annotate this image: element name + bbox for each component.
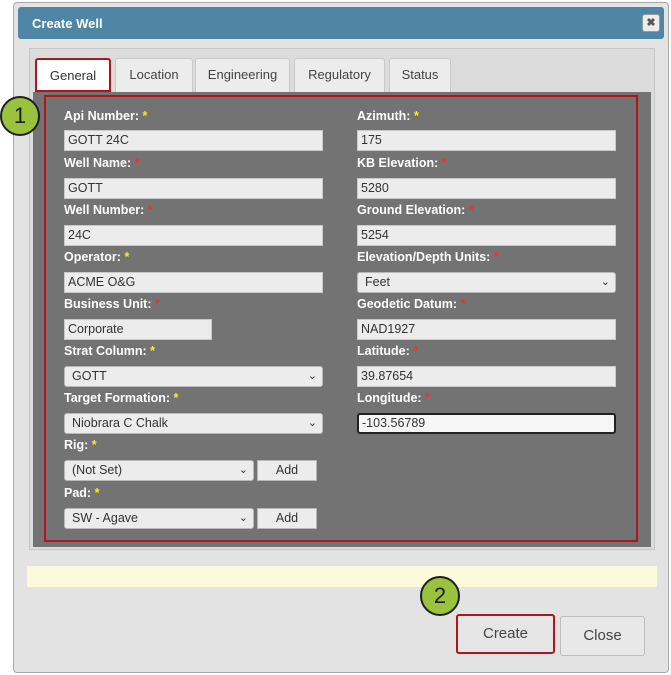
geodetic-datum-input[interactable]: NAD1927 (357, 319, 616, 340)
close-button[interactable]: Close (560, 616, 645, 656)
kb-elevation-input[interactable]: 5280 (357, 178, 616, 199)
well-name-input[interactable]: GOTT (64, 178, 323, 199)
tab-engineering[interactable]: Engineering (195, 58, 290, 92)
operator-input[interactable]: ACME O&G (64, 272, 323, 293)
azimuth-label: Azimuth: * (357, 109, 419, 123)
tab-location[interactable]: Location (115, 58, 193, 92)
add-rig-button[interactable]: Add (257, 460, 317, 481)
tab-regulatory[interactable]: Regulatory (294, 58, 385, 92)
longitude-label: Longitude: * (357, 391, 430, 405)
elevation-units-label: Elevation/Depth Units: * (357, 250, 499, 264)
longitude-input[interactable]: -103.56789 (357, 413, 616, 434)
pad-value: SW - Agave (72, 511, 138, 525)
api-number-label: Api Number: * (64, 109, 148, 123)
chevron-down-icon: ⌄ (307, 417, 317, 429)
tab-status[interactable]: Status (389, 58, 451, 92)
tabs-panel: General Location Engineering Regulatory … (29, 48, 655, 550)
message-bar (27, 566, 657, 587)
chevron-down-icon: ⌄ (238, 512, 248, 524)
azimuth-input[interactable]: 175 (357, 130, 616, 151)
strat-column-select[interactable]: GOTT ⌄ (64, 366, 323, 387)
strat-column-value: GOTT (72, 369, 107, 383)
latitude-label: Latitude: * (357, 344, 419, 358)
callout-badge-1: 1 (0, 96, 40, 136)
rig-select[interactable]: (Not Set) ⌄ (64, 460, 254, 481)
chevron-down-icon: ⌄ (238, 464, 248, 476)
pad-label: Pad: * (64, 486, 100, 500)
elevation-units-select[interactable]: Feet ⌄ (357, 272, 616, 293)
api-number-input[interactable]: GOTT 24C (64, 130, 323, 151)
latitude-input[interactable]: 39.87654 (357, 366, 616, 387)
chevron-down-icon: ⌄ (600, 276, 610, 288)
target-formation-select[interactable]: Niobrara C Chalk ⌄ (64, 413, 323, 434)
add-pad-button[interactable]: Add (257, 508, 317, 529)
kb-elevation-label: KB Elevation: * (357, 156, 447, 170)
callout-badge-2: 2 (420, 576, 460, 616)
rig-value: (Not Set) (72, 463, 123, 477)
business-unit-label: Business Unit: * (64, 297, 160, 311)
chevron-down-icon: ⌄ (307, 370, 317, 382)
close-icon[interactable]: ✖ (642, 14, 660, 32)
operator-label: Operator: * (64, 250, 130, 264)
well-number-input[interactable]: 24C (64, 225, 323, 246)
pad-select[interactable]: SW - Agave ⌄ (64, 508, 254, 529)
create-button[interactable]: Create (456, 614, 555, 654)
ground-elevation-label: Ground Elevation: * (357, 203, 474, 217)
well-name-label: Well Name: * (64, 156, 140, 170)
general-form: Api Number: * GOTT 24C Well Name: * GOTT… (33, 92, 651, 547)
business-unit-input[interactable]: Corporate (64, 319, 212, 340)
rig-label: Rig: * (64, 438, 97, 452)
ground-elevation-input[interactable]: 5254 (357, 225, 616, 246)
geodetic-datum-label: Geodetic Datum: * (357, 297, 466, 311)
tab-general[interactable]: General (35, 58, 111, 92)
well-number-label: Well Number: * (64, 203, 153, 217)
dialog-title: Create Well (32, 16, 103, 31)
strat-column-label: Strat Column: * (64, 344, 155, 358)
dialog-title-bar[interactable]: Create Well ✖ (18, 7, 664, 39)
target-formation-value: Niobrara C Chalk (72, 416, 168, 430)
elevation-units-value: Feet (365, 275, 391, 289)
target-formation-label: Target Formation: * (64, 391, 179, 405)
